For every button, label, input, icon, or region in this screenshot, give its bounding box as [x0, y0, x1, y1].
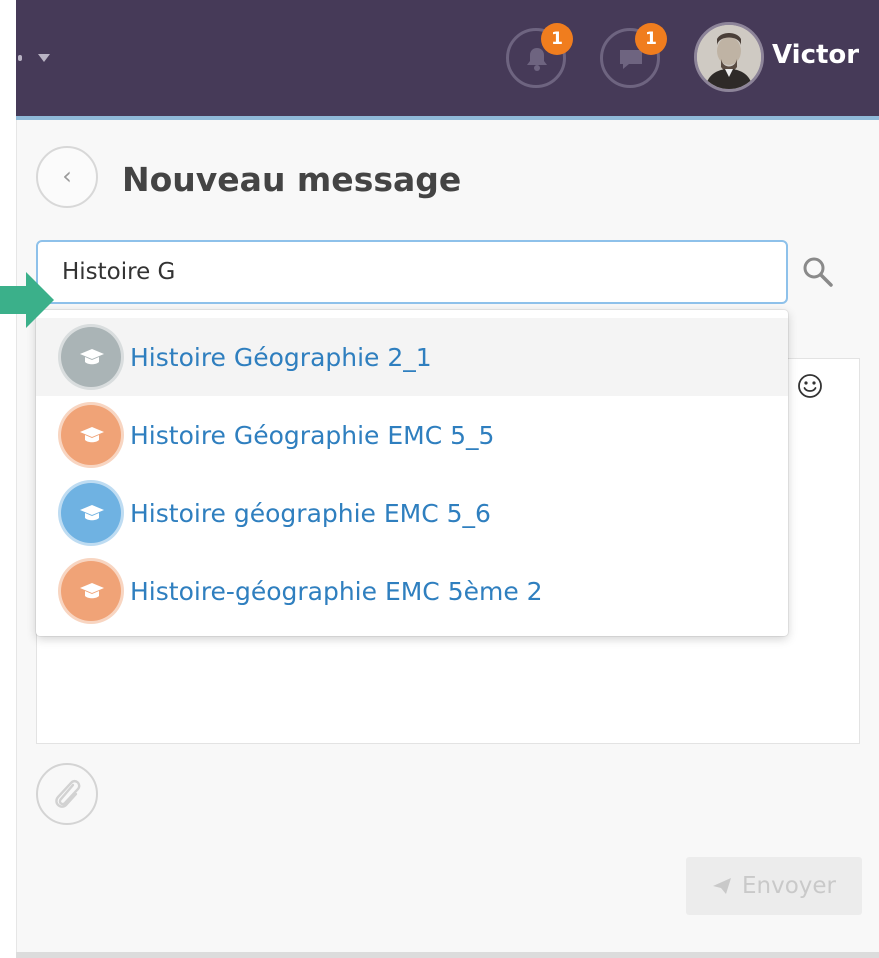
- messages-count-badge: 1: [635, 23, 667, 55]
- graduation-cap-icon: [80, 427, 104, 443]
- suggestion-item[interactable]: Histoire Géographie 2_1: [36, 318, 788, 396]
- group-avatar: [58, 558, 124, 624]
- panel-bottom-border: [16, 952, 879, 958]
- menu-label-edge: [18, 55, 22, 61]
- group-avatar: [58, 324, 124, 390]
- graduation-cap-icon: [80, 349, 104, 365]
- search-icon[interactable]: [800, 254, 836, 290]
- user-avatar[interactable]: [694, 22, 764, 92]
- messages-button[interactable]: 1: [600, 23, 667, 88]
- notifications-count-badge: 1: [541, 23, 573, 55]
- suggestion-item[interactable]: Histoire-géographie EMC 5ème 2: [36, 552, 788, 630]
- suggestion-item[interactable]: Histoire Géographie EMC 5_5: [36, 396, 788, 474]
- user-name[interactable]: Victor: [772, 40, 859, 70]
- graduation-cap-icon: [80, 505, 104, 521]
- suggestion-item[interactable]: Histoire géographie EMC 5_6: [36, 474, 788, 552]
- suggestion-label: Histoire Géographie EMC 5_5: [130, 420, 495, 450]
- annotation-arrow-icon: [0, 272, 54, 328]
- suggestion-label: Histoire géographie EMC 5_6: [130, 498, 491, 528]
- back-button[interactable]: ‹: [36, 146, 98, 208]
- attach-file-button[interactable]: [36, 763, 98, 825]
- smiley-icon[interactable]: [797, 373, 823, 399]
- graduation-cap-icon: [80, 583, 104, 599]
- send-button-label: Envoyer: [741, 873, 836, 899]
- notifications-button[interactable]: 1: [506, 23, 573, 88]
- recipient-suggestions-dropdown: Histoire Géographie 2_1 Histoire Géograp…: [36, 310, 788, 636]
- paper-plane-icon: [712, 878, 731, 894]
- group-avatar: [58, 480, 124, 546]
- send-button[interactable]: Envoyer: [686, 857, 862, 915]
- chevron-left-icon: ‹: [62, 162, 72, 190]
- chevron-down-icon[interactable]: [38, 54, 50, 62]
- paperclip-icon: [55, 779, 81, 808]
- suggestion-label: Histoire Géographie 2_1: [130, 342, 432, 372]
- user-portrait-icon: [697, 25, 761, 89]
- page-title: Nouveau message: [122, 160, 462, 199]
- suggestion-label: Histoire-géographie EMC 5ème 2: [130, 576, 543, 606]
- recipient-search-input[interactable]: [36, 240, 788, 304]
- group-avatar: [58, 402, 124, 468]
